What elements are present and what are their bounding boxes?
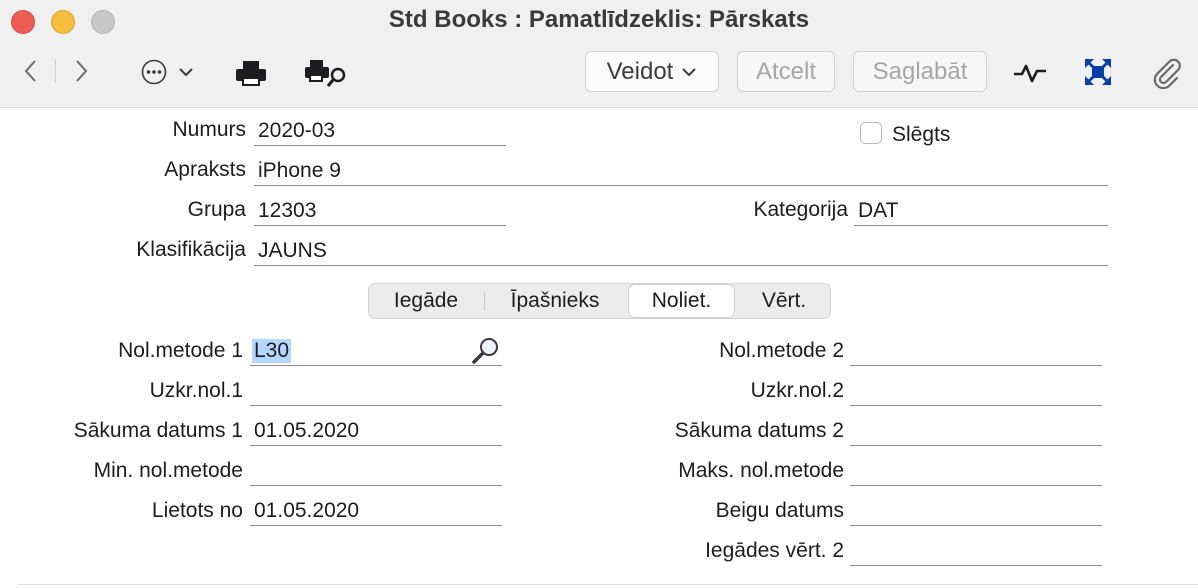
tab-iegade[interactable]: Iegāde (375, 284, 477, 318)
start-date-2-label: Sākuma datums 2 (674, 419, 844, 442)
group-label: Grupa (187, 198, 246, 221)
number-value: 2020-03 (258, 119, 336, 142)
forward-icon (76, 60, 88, 82)
print-preview-button[interactable] (303, 57, 349, 89)
cancel-button-label: Atcelt (755, 57, 817, 85)
min-depreciation-method-label: Min. nol.metode (93, 459, 243, 482)
used-from-field[interactable]: 01.05.2020 (250, 496, 502, 526)
create-button[interactable]: Veidot (585, 51, 719, 92)
activity-button[interactable] (1010, 58, 1050, 88)
purchase-value-2-label: Iegādes vērt. 2 (705, 539, 844, 562)
depreciation-method-2-label: Nol.metode 2 (719, 339, 844, 362)
max-depreciation-method-label: Maks. nol.metode (678, 459, 844, 482)
number-field[interactable]: 2020-03 (254, 116, 506, 146)
category-value: DAT (858, 199, 899, 222)
toolbar-separator (55, 59, 56, 83)
category-label: Kategorija (753, 198, 848, 221)
more-icon (141, 59, 167, 85)
depreciation-method-2-field[interactable] (850, 336, 1102, 366)
max-depreciation-method-field[interactable] (850, 456, 1102, 486)
cancel-button[interactable]: Atcelt (737, 51, 835, 92)
chevron-down-icon (682, 67, 697, 76)
more-actions-button[interactable] (136, 58, 198, 86)
start-date-1-label: Sākuma datums 1 (73, 419, 243, 442)
depreciation-method-1-label: Nol.metode 1 (118, 339, 243, 362)
create-button-label: Veidot (606, 57, 674, 85)
description-label: Apraksts (164, 158, 246, 181)
used-from-label: Lietots no (151, 499, 243, 522)
description-field[interactable]: iPhone 9 (254, 156, 1108, 186)
back-button[interactable] (18, 58, 42, 84)
group-value: 12303 (258, 199, 317, 222)
forward-button[interactable] (70, 58, 94, 84)
accrued-depreciation-1-field[interactable] (250, 376, 502, 406)
tab-vert[interactable]: Vērt. (742, 284, 826, 318)
save-button-label: Saglabāt (872, 57, 968, 85)
accrued-depreciation-2-label: Uzkr.nol.2 (750, 379, 844, 402)
accrued-depreciation-1-label: Uzkr.nol.1 (149, 379, 243, 402)
tab-noliet[interactable]: Noliet. (629, 285, 734, 317)
divider (18, 584, 1198, 585)
print-icon (236, 61, 266, 86)
print-button[interactable] (233, 58, 269, 88)
classification-value: JAUNS (258, 239, 327, 262)
purchase-value-2-field[interactable] (850, 536, 1102, 566)
section-tabs: Iegāde Īpašnieks Noliet. Vērt. (368, 283, 831, 319)
start-date-1-value: 01.05.2020 (254, 419, 360, 442)
expand-button[interactable] (1082, 56, 1114, 88)
accrued-depreciation-2-field[interactable] (850, 376, 1102, 406)
attachment-button[interactable] (1150, 56, 1184, 90)
activity-icon (1014, 64, 1046, 83)
print-preview-icon (305, 60, 346, 87)
end-date-field[interactable] (850, 496, 1102, 526)
closed-label: Slēgts (892, 123, 951, 146)
tab-separator (484, 292, 485, 310)
window-title: Std Books : Pamatlīdzeklis: Pārskats (388, 6, 810, 33)
expand-icon (1084, 58, 1112, 86)
category-field[interactable]: DAT (854, 196, 1108, 226)
tab-ipasnieks[interactable]: Īpašnieks (491, 284, 619, 318)
group-field[interactable]: 12303 (254, 196, 506, 226)
description-value: iPhone 9 (258, 159, 341, 182)
back-icon (24, 60, 36, 82)
start-date-2-field[interactable] (850, 416, 1102, 446)
min-depreciation-method-field[interactable] (250, 456, 502, 486)
window-titlebar: Std Books : Pamatlīdzeklis: Pārskats Vei… (0, 0, 1198, 108)
used-from-value: 01.05.2020 (254, 499, 360, 522)
save-button[interactable]: Saglabāt (853, 51, 987, 92)
start-date-1-field[interactable]: 01.05.2020 (250, 416, 502, 446)
closed-checkbox[interactable] (860, 122, 882, 144)
attachment-icon (1153, 58, 1181, 89)
chevron-down-icon (179, 68, 193, 77)
number-label: Numurs (172, 118, 246, 141)
classification-label: Klasifikācija (136, 238, 246, 261)
depreciation-method-1-field[interactable]: L30 (250, 336, 502, 366)
magnifier-icon[interactable] (471, 336, 501, 364)
end-date-label: Beigu datums (715, 499, 844, 522)
depreciation-method-1-value: L30 (252, 339, 292, 363)
classification-field[interactable]: JAUNS (254, 236, 1108, 266)
